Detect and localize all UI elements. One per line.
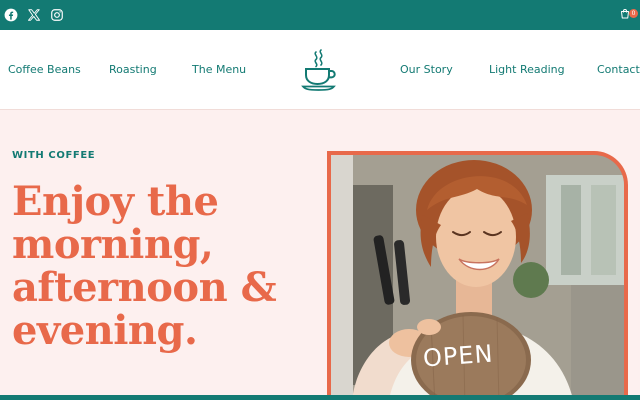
cart-count-badge: 0 — [629, 9, 638, 18]
instagram-icon[interactable] — [50, 8, 64, 22]
nav-roasting[interactable]: Roasting — [109, 63, 157, 76]
hero-bottom-bar — [0, 395, 640, 400]
hero-section: WITH COFFEE Enjoy the morning, afternoon… — [0, 110, 640, 400]
headline-line: afternoon & — [12, 264, 277, 311]
nav-our-story[interactable]: Our Story — [400, 63, 453, 76]
top-bar: 0 — [0, 0, 640, 30]
nav-contact[interactable]: Contact — [597, 63, 640, 76]
headline-line: evening. — [12, 307, 198, 354]
nav-the-menu[interactable]: The Menu — [192, 63, 246, 76]
coffee-cup-icon[interactable] — [301, 49, 337, 91]
headline-line: morning, — [12, 221, 214, 268]
hero-image-frame: OPEN — [327, 151, 628, 400]
nav-coffee-beans[interactable]: Coffee Beans — [8, 63, 81, 76]
open-sign-text: OPEN — [422, 339, 495, 373]
main-nav: Coffee Beans Roasting The Menu Our Story… — [0, 30, 640, 110]
headline-line: Enjoy the — [12, 178, 219, 225]
x-icon[interactable] — [27, 8, 41, 22]
hero-headline: Enjoy the morning, afternoon & evening. — [12, 180, 328, 352]
nav-light-reading[interactable]: Light Reading — [489, 63, 565, 76]
facebook-icon[interactable] — [4, 8, 18, 22]
hero-eyebrow: WITH COFFEE — [12, 150, 96, 161]
